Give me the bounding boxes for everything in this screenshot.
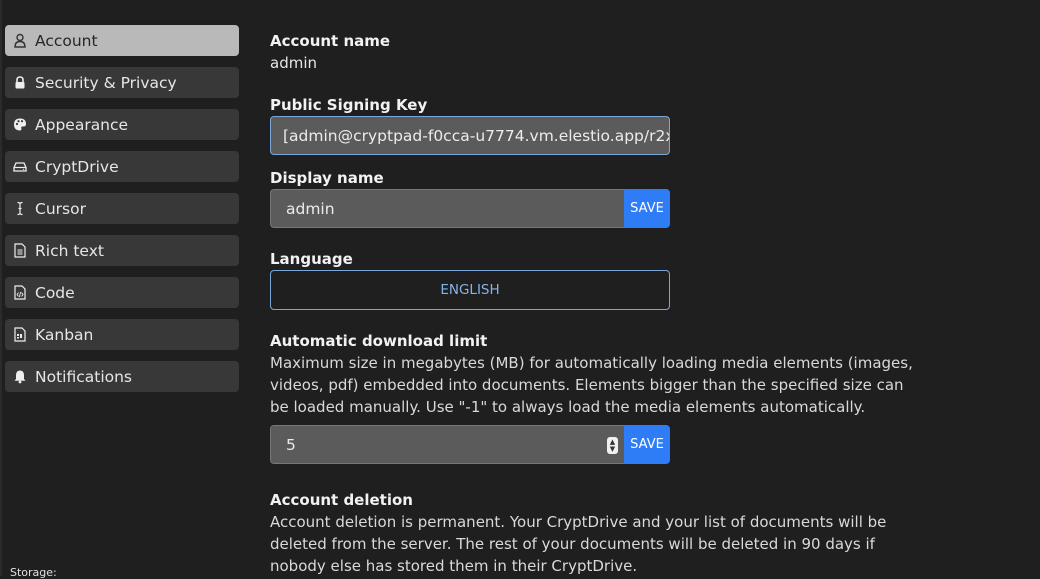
signing-key-label: Public Signing Key <box>270 96 428 114</box>
storage-label: Storage: <box>10 566 57 579</box>
sidebar-item-account[interactable]: Account <box>5 25 239 56</box>
palette-icon <box>13 117 27 133</box>
account-deletion-label: Account deletion <box>270 491 413 509</box>
signing-key-section: Public Signing Key [admin@cryptpad-f0cca… <box>270 94 920 155</box>
sidebar-item-rich-text[interactable]: Rich text <box>5 235 239 266</box>
sidebar-item-label: Cursor <box>35 199 86 218</box>
sidebar-item-code[interactable]: Code <box>5 277 239 308</box>
number-spinner-icon[interactable]: ▲ ▼ <box>607 437 618 454</box>
sidebar-item-cursor[interactable]: Cursor <box>5 193 239 224</box>
text-cursor-icon <box>13 201 27 217</box>
signing-key-field[interactable]: [admin@cryptpad-f0cca-u7774.vm.elestio.a… <box>270 116 670 155</box>
sidebar-item-label: Notifications <box>35 367 133 386</box>
document-code-icon <box>13 285 27 301</box>
drive-icon <box>13 159 27 175</box>
display-name-input[interactable]: admin <box>270 189 624 228</box>
sidebar-item-appearance[interactable]: Appearance <box>5 109 239 140</box>
language-dropdown[interactable]: ENGLISH <box>270 270 670 310</box>
lock-icon <box>13 75 27 91</box>
download-limit-label: Automatic download limit <box>270 332 488 350</box>
language-label: Language <box>270 250 353 268</box>
bell-icon <box>13 369 27 385</box>
sidebar-item-label: Code <box>35 283 75 302</box>
sidebar-item-label: Rich text <box>35 241 104 260</box>
download-limit-input[interactable]: 5 ▲ ▼ <box>270 425 624 464</box>
settings-sidebar: Account Security & Privacy Appearance Cr… <box>5 25 239 576</box>
document-text-icon <box>13 243 27 259</box>
download-limit-value: 5 <box>286 435 296 454</box>
sidebar-item-notifications[interactable]: Notifications <box>5 361 239 392</box>
download-limit-description: Maximum size in megabytes (MB) for autom… <box>270 354 913 416</box>
account-deletion-section: Account deletion Account deletion is per… <box>270 489 920 577</box>
user-icon <box>13 33 27 49</box>
sidebar-item-label: Appearance <box>35 115 129 134</box>
display-name-section: Display name admin SAVE <box>270 167 920 228</box>
window-edge <box>0 0 2 576</box>
sidebar-item-label: Kanban <box>35 325 94 344</box>
account-name-label: Account name <box>270 32 391 50</box>
document-kanban-icon <box>13 327 27 343</box>
download-limit-section: Automatic download limit Maximum size in… <box>270 330 920 464</box>
sidebar-item-security-privacy[interactable]: Security & Privacy <box>5 67 239 98</box>
display-name-label: Display name <box>270 169 384 187</box>
language-section: Language ENGLISH <box>270 248 920 310</box>
account-deletion-description: Account deletion is permanent. Your Cryp… <box>270 513 887 575</box>
download-limit-save-button[interactable]: SAVE <box>624 425 670 464</box>
account-name-value: admin <box>270 54 317 72</box>
sidebar-item-label: Account <box>35 31 98 50</box>
sidebar-item-cryptdrive[interactable]: CryptDrive <box>5 151 239 182</box>
account-settings: Account name admin Public Signing Key [a… <box>270 30 920 577</box>
sidebar-item-kanban[interactable]: Kanban <box>5 319 239 350</box>
account-name-section: Account name admin <box>270 30 920 74</box>
sidebar-item-label: CryptDrive <box>35 157 119 176</box>
sidebar-item-label: Security & Privacy <box>35 73 177 92</box>
display-name-save-button[interactable]: SAVE <box>624 189 670 228</box>
